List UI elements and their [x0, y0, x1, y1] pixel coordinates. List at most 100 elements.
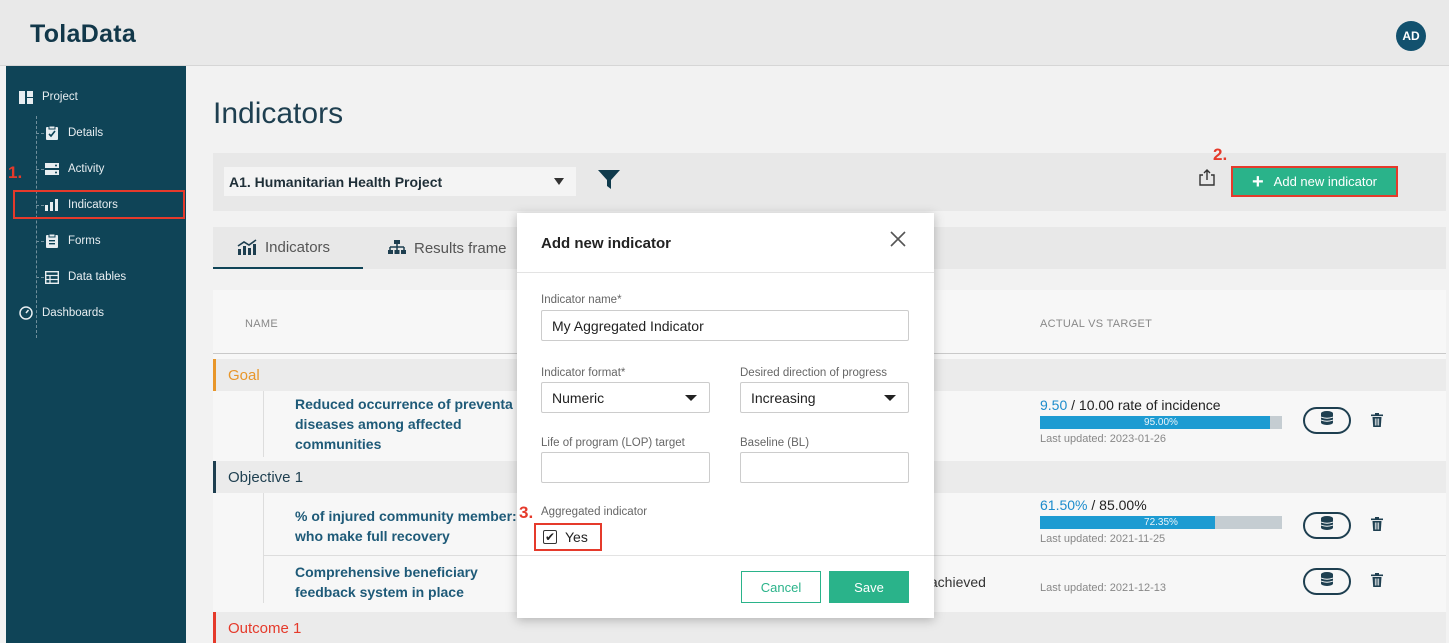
sidebar-item-label: Indicators — [68, 199, 118, 211]
indicator-format-select[interactable]: Numeric — [541, 382, 710, 413]
column-header-actual-vs-target: ACTUAL VS TARGET — [1040, 318, 1153, 330]
sidebar-item-label: Project — [42, 91, 78, 103]
step-1-label: 1. — [8, 163, 23, 182]
tab-indicators[interactable]: Indicators — [213, 227, 363, 269]
nav-tree-tick — [36, 133, 44, 134]
program-select[interactable]: A1. Humanitarian Health Project — [224, 167, 576, 196]
close-icon[interactable] — [890, 231, 906, 252]
modal-divider — [517, 272, 934, 273]
chevron-down-icon — [554, 178, 564, 185]
group-label: Objective 1 — [228, 468, 304, 486]
sidebar-item-label: Data tables — [68, 271, 127, 283]
group-color-bar — [213, 612, 216, 643]
sidebar-item-label: Dashboards — [42, 307, 105, 319]
cancel-button[interactable]: Cancel — [741, 571, 821, 603]
add-new-indicator-label: Add new indicator — [1273, 174, 1378, 189]
checkmark-icon: ✔ — [543, 530, 557, 544]
tab-label: Indicators — [265, 238, 331, 256]
database-icon — [1320, 572, 1334, 591]
data-records-button[interactable] — [1303, 407, 1351, 434]
clipboard-check-icon — [44, 126, 60, 140]
sidebar: Project Details Activity Indicators Form… — [6, 66, 186, 643]
nav-tree-tick — [36, 241, 44, 242]
modal-divider — [517, 555, 934, 556]
step-2-label: 2. — [1213, 145, 1228, 164]
data-records-button[interactable] — [1303, 512, 1351, 539]
filter-bar: A1. Humanitarian Health Project + Add ne… — [213, 153, 1446, 211]
direction-select[interactable]: Increasing — [740, 382, 909, 413]
indicator-name-link[interactable]: Comprehensive beneficiary feedback syste… — [295, 562, 478, 602]
modal-title: Add new indicator — [541, 235, 672, 252]
chevron-down-icon — [685, 395, 697, 401]
last-updated: Last updated: 2021-11-25 — [1040, 533, 1166, 545]
actual-value: 61.50% — [1040, 497, 1088, 513]
server-icon — [44, 162, 60, 176]
sidebar-item-project[interactable]: Project — [18, 90, 78, 104]
bar-chart-icon — [44, 198, 60, 212]
sidebar-item-label: Details — [68, 127, 104, 139]
sidebar-item-forms[interactable]: Forms — [44, 234, 101, 248]
nav-tree-tick — [36, 277, 44, 278]
group-label: Outcome 1 — [228, 619, 302, 637]
actual-value: 9.50 — [1040, 397, 1068, 413]
direction-label: Desired direction of progress — [740, 367, 888, 379]
hierarchy-icon — [388, 240, 406, 256]
last-updated: Last updated: 2021-12-13 — [1040, 582, 1166, 594]
chevron-down-icon — [884, 395, 896, 401]
lop-target-input[interactable] — [541, 452, 710, 483]
indicator-format-label: Indicator format* — [541, 367, 626, 379]
add-new-indicator-button[interactable]: + Add new indicator — [1231, 166, 1398, 197]
trash-icon[interactable] — [1371, 413, 1383, 432]
group-color-bar — [213, 359, 216, 391]
sidebar-item-activity[interactable]: Activity — [44, 162, 104, 176]
table-icon — [44, 270, 60, 284]
sidebar-item-dashboards[interactable]: Dashboards — [18, 306, 104, 320]
sidebar-item-label: Activity — [68, 163, 105, 175]
group-label: Goal — [228, 366, 260, 384]
form-clipboard-icon — [44, 234, 60, 248]
target-value: / 10.00 rate of incidence — [1067, 397, 1221, 413]
user-avatar[interactable]: AD — [1396, 21, 1426, 51]
trend-chart-icon — [237, 239, 257, 255]
sidebar-item-details[interactable]: Details — [44, 126, 103, 140]
program-select-value: A1. Humanitarian Health Project — [229, 173, 443, 190]
indicator-name-label: Indicator name* — [541, 294, 622, 306]
group-color-bar — [213, 461, 216, 493]
progress-label: 95.00% — [1144, 417, 1178, 428]
lop-target-label: Life of program (LOP) target — [541, 437, 685, 449]
save-button[interactable]: Save — [829, 571, 909, 603]
tab-results-framework[interactable]: Results frame — [388, 227, 507, 269]
tab-label: Results frame — [414, 239, 507, 257]
column-header-name: NAME — [245, 318, 278, 330]
indicator-name-link[interactable]: Reduced occurrence of preventa diseases … — [295, 394, 513, 454]
actual-vs-target-cell: Last updated: 2021-12-13 — [1040, 578, 1280, 594]
indicator-name-input[interactable]: My Aggregated Indicator — [541, 310, 909, 341]
row-indent-line — [263, 493, 264, 603]
sidebar-item-data-tables[interactable]: Data tables — [44, 270, 126, 284]
filter-icon[interactable] — [598, 170, 620, 195]
baseline-label: Baseline (BL) — [740, 437, 810, 449]
sidebar-item-indicators[interactable]: Indicators — [44, 198, 118, 212]
project-grid-icon — [18, 90, 34, 104]
actual-vs-target-cell: 61.50% / 85.00% 72.35% Last updated: 202… — [1040, 497, 1282, 545]
target-value: / 85.00% — [1087, 497, 1147, 513]
baseline-input[interactable] — [740, 452, 909, 483]
trash-icon[interactable] — [1371, 517, 1383, 536]
data-records-button[interactable] — [1303, 568, 1351, 595]
top-bar: TolaData AD — [0, 0, 1449, 66]
progress-bar: 95.00% — [1040, 416, 1282, 429]
trash-icon[interactable] — [1371, 573, 1383, 592]
app-logo[interactable]: TolaData — [30, 20, 136, 49]
actual-vs-target-cell: 9.50 / 10.00 rate of incidence 95.00% La… — [1040, 397, 1282, 445]
export-icon[interactable] — [1198, 169, 1216, 192]
sidebar-item-label: Forms — [68, 235, 101, 247]
progress-label: 72.35% — [1144, 517, 1178, 528]
step-3-label: 3. — [519, 503, 534, 522]
database-icon — [1320, 516, 1334, 535]
aggregated-checkbox[interactable]: ✔ Yes — [534, 523, 602, 551]
indicator-name-link[interactable]: % of injured community member: who make … — [295, 506, 517, 546]
nav-tree-line — [36, 116, 37, 338]
progress-bar: 72.35% — [1040, 516, 1282, 529]
row-indent-line — [263, 391, 264, 457]
add-indicator-modal: Add new indicator Indicator name* My Agg… — [517, 213, 934, 618]
